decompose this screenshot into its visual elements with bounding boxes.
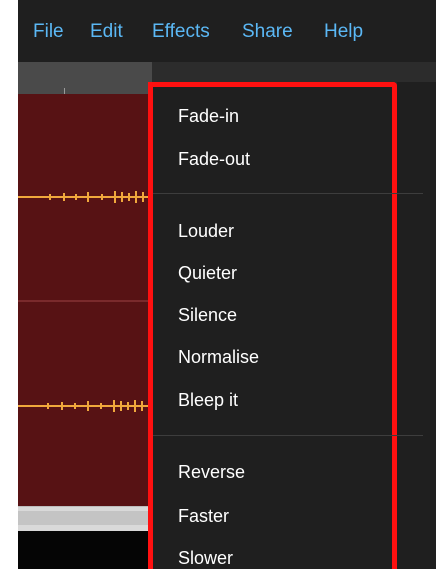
- horizontal-scrollbar[interactable]: [18, 506, 148, 531]
- menu-item-louder[interactable]: Louder: [178, 220, 234, 242]
- waveform-track-left[interactable]: [18, 94, 148, 300]
- menu-separator: [153, 435, 423, 436]
- waveform-left: [18, 191, 148, 203]
- menu-bar: File Edit Effects Share Help: [18, 0, 436, 62]
- menu-item-reverse[interactable]: Reverse: [178, 461, 245, 483]
- menu-separator: [153, 193, 423, 194]
- scrollbar-thumb[interactable]: [18, 511, 148, 525]
- menu-effects[interactable]: Effects: [152, 21, 210, 43]
- effects-dropdown-menu: Fade-in Fade-out Louder Quieter Silence …: [148, 82, 423, 569]
- menu-item-quieter[interactable]: Quieter: [178, 262, 237, 284]
- menu-item-faster[interactable]: Faster: [178, 505, 229, 527]
- menu-item-normalise[interactable]: Normalise: [178, 346, 259, 368]
- menu-item-fade-in[interactable]: Fade-in: [178, 105, 239, 127]
- menu-file[interactable]: File: [33, 21, 64, 43]
- transport-bar: [18, 531, 148, 569]
- waveform-track-right[interactable]: [18, 302, 148, 506]
- menu-edit[interactable]: Edit: [90, 21, 123, 43]
- waveform-right: [18, 400, 148, 412]
- menu-item-bleep-it[interactable]: Bleep it: [178, 389, 238, 411]
- menu-backdrop: [397, 82, 436, 569]
- menu-share[interactable]: Share: [242, 21, 293, 43]
- app-window: File Edit Effects Share Help Fade-in Fad…: [0, 0, 436, 569]
- left-gutter: [0, 0, 18, 569]
- menu-item-fade-out[interactable]: Fade-out: [178, 148, 250, 170]
- timeline-ruler[interactable]: [18, 62, 152, 94]
- menu-item-silence[interactable]: Silence: [178, 304, 237, 326]
- menu-item-slower[interactable]: Slower: [178, 547, 233, 569]
- menu-help[interactable]: Help: [324, 21, 363, 43]
